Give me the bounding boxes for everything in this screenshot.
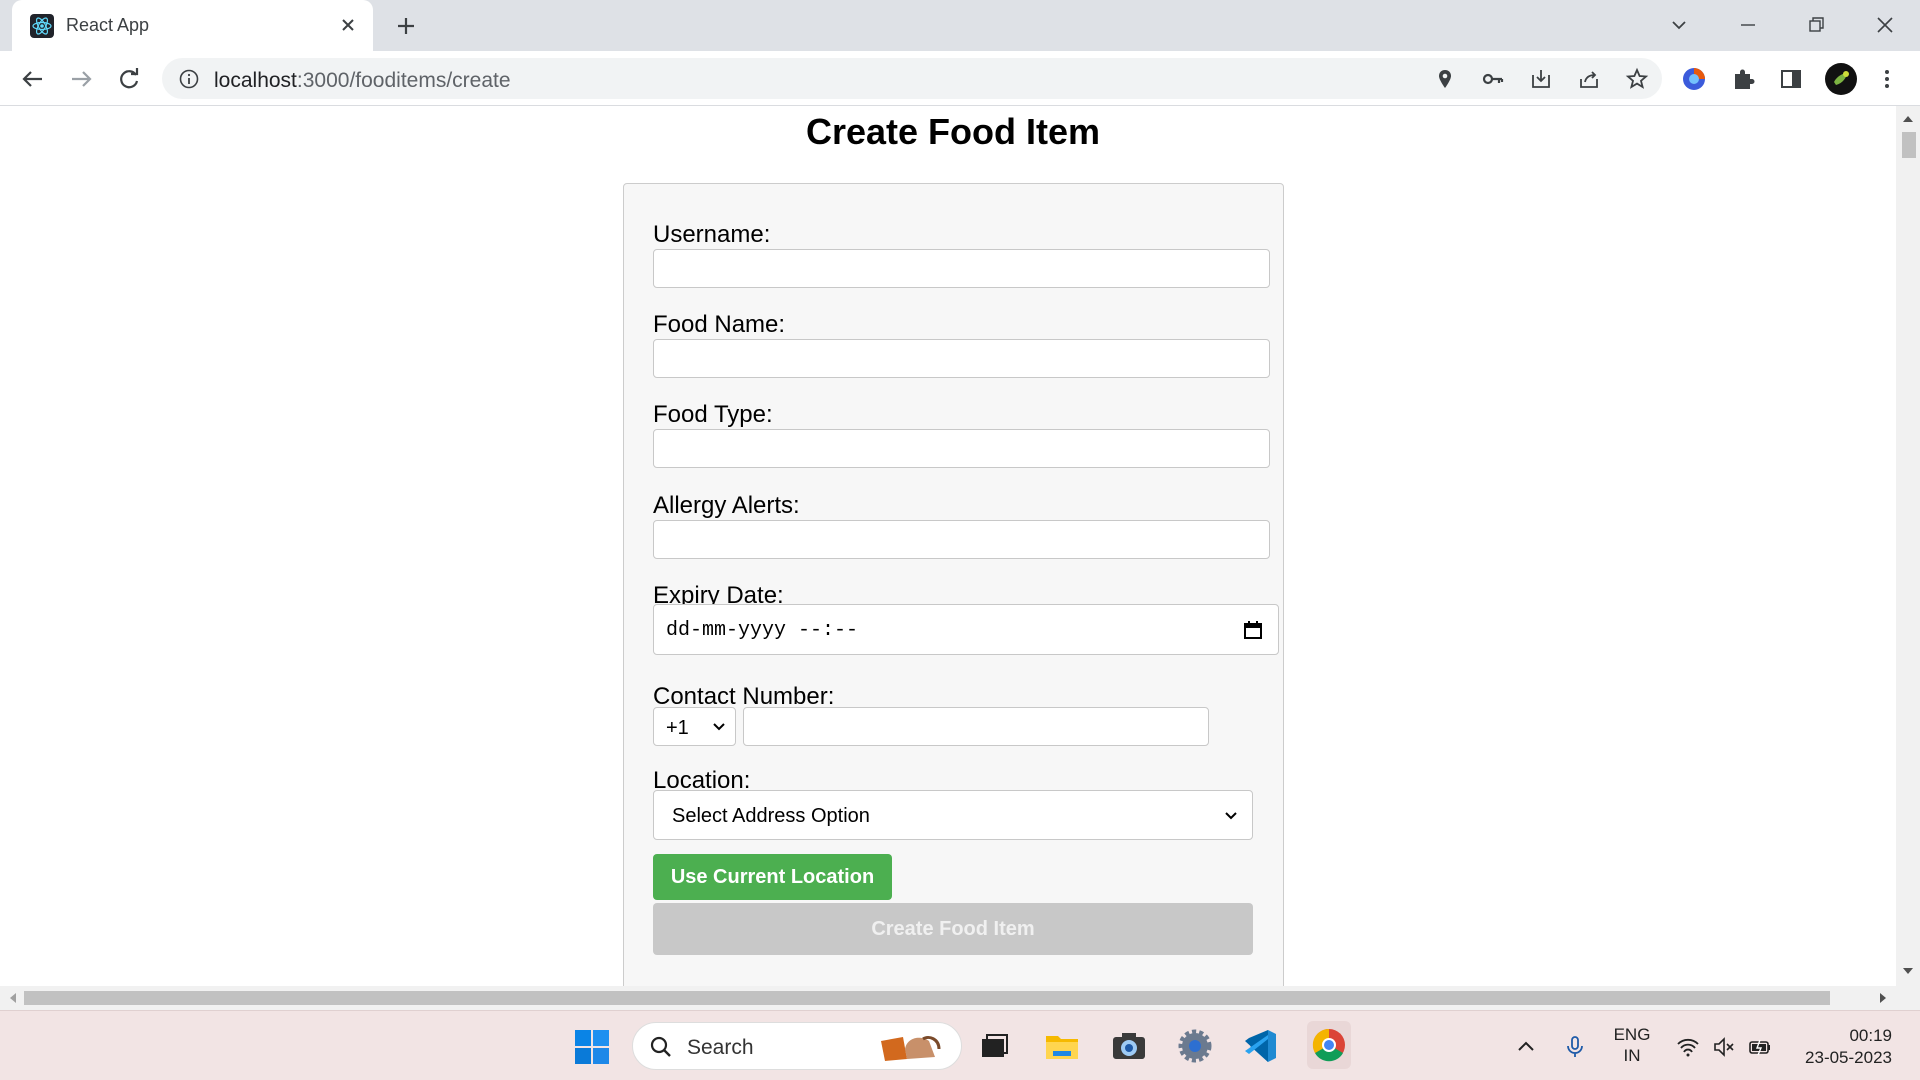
windows-start-icon[interactable] [574, 1029, 610, 1065]
bookmark-star-icon[interactable] [1625, 67, 1649, 91]
search-icon [649, 1035, 673, 1059]
volume-muted-icon[interactable] [1712, 1035, 1736, 1059]
create-food-form: Username: Food Name: Food Type: Allergy … [623, 183, 1284, 986]
page-title: Create Food Item [805, 111, 1101, 152]
language-indicator[interactable]: ENG IN [1608, 1024, 1656, 1066]
username-label: Username: [653, 221, 771, 248]
system-clock[interactable]: 00:19 23-05-2023 [1792, 1025, 1892, 1069]
vertical-scroll-thumb[interactable] [1902, 132, 1916, 158]
page-viewport: Create Food Item Username: Food Name: Fo… [0, 106, 1896, 986]
vertical-scrollbar[interactable] [1896, 106, 1920, 986]
share-icon[interactable] [1577, 67, 1601, 91]
country-code-select[interactable]: +1 [653, 707, 736, 746]
key-icon[interactable] [1481, 67, 1505, 91]
food-name-label: Food Name: [653, 311, 786, 338]
restore-icon[interactable] [1801, 10, 1831, 40]
forward-arrow-icon[interactable] [66, 64, 96, 94]
chevron-down-icon [711, 719, 727, 735]
task-view-icon[interactable] [975, 1027, 1013, 1065]
extension-orb-icon[interactable] [1680, 65, 1708, 93]
tab-search-icon[interactable] [1664, 10, 1694, 40]
country-code-value: +1 [666, 717, 689, 739]
site-info-icon[interactable] [178, 68, 200, 90]
food-type-input[interactable] [653, 429, 1270, 468]
new-tab-icon[interactable] [392, 12, 420, 40]
calendar-icon[interactable] [1242, 619, 1264, 641]
camera-icon[interactable] [1110, 1027, 1148, 1065]
scroll-left-arrow-icon[interactable] [8, 993, 16, 1003]
url-text: localhost:3000/fooditems/create [214, 69, 511, 92]
back-arrow-icon[interactable] [18, 64, 48, 94]
allergy-alerts-label: Allergy Alerts: [653, 492, 800, 519]
windows-taskbar: Search ENG IN 00:19 23-05-2023 [0, 1010, 1920, 1080]
side-panel-icon[interactable] [1777, 65, 1805, 93]
create-food-item-button[interactable]: Create Food Item [653, 903, 1253, 955]
settings-gear-icon[interactable] [1176, 1027, 1214, 1065]
address-bar[interactable]: localhost:3000/fooditems/create [162, 58, 1662, 99]
close-tab-icon[interactable] [337, 14, 359, 36]
chevron-up-icon[interactable] [1514, 1035, 1538, 1059]
react-favicon-icon [30, 14, 54, 38]
scroll-up-arrow-icon[interactable] [1903, 114, 1913, 122]
expiry-date-placeholder: dd-mm-yyyy --:-- [666, 619, 859, 642]
install-app-icon[interactable] [1529, 67, 1553, 91]
profile-avatar[interactable] [1824, 62, 1858, 96]
allergy-alerts-input[interactable] [653, 520, 1270, 559]
username-input[interactable] [653, 249, 1270, 288]
close-window-icon[interactable] [1870, 10, 1900, 40]
scroll-down-arrow-icon[interactable] [1903, 968, 1913, 976]
vscode-icon[interactable] [1241, 1027, 1279, 1065]
battery-charging-icon[interactable] [1748, 1035, 1772, 1059]
wifi-icon[interactable] [1676, 1035, 1700, 1059]
browser-menu-icon[interactable] [1873, 65, 1901, 93]
browser-tab[interactable]: React App [12, 0, 373, 51]
clock-time: 00:19 [1849, 1026, 1892, 1045]
extensions-puzzle-icon[interactable] [1729, 65, 1757, 93]
horizontal-scrollbar[interactable] [0, 986, 1920, 1010]
reload-icon[interactable] [114, 64, 144, 94]
location-pin-icon[interactable] [1433, 67, 1457, 91]
search-placeholder: Search [687, 1036, 754, 1059]
taskbar-search[interactable]: Search [632, 1022, 962, 1070]
tab-strip: React App [0, 0, 1920, 51]
tab-title: React App [66, 15, 150, 35]
chevron-down-icon [1222, 807, 1240, 825]
contact-number-input[interactable] [743, 707, 1209, 746]
clock-date: 23-05-2023 [1805, 1048, 1892, 1067]
horizontal-scroll-thumb[interactable] [24, 991, 1830, 1005]
scroll-right-arrow-icon[interactable] [1880, 993, 1888, 1003]
expiry-date-input[interactable]: dd-mm-yyyy --:-- [653, 604, 1279, 655]
microphone-icon[interactable] [1563, 1035, 1587, 1059]
food-name-input[interactable] [653, 339, 1270, 378]
food-type-label: Food Type: [653, 401, 773, 428]
use-current-location-button[interactable]: Use Current Location [653, 854, 892, 900]
search-highlight-icon [877, 1031, 957, 1065]
minimize-icon[interactable] [1733, 10, 1763, 40]
location-selected-value: Select Address Option [672, 805, 870, 827]
file-explorer-icon[interactable] [1043, 1027, 1081, 1065]
location-select[interactable]: Select Address Option [653, 790, 1253, 840]
chrome-taskbar-icon[interactable] [1307, 1021, 1351, 1069]
browser-toolbar: localhost:3000/fooditems/create [0, 51, 1920, 106]
